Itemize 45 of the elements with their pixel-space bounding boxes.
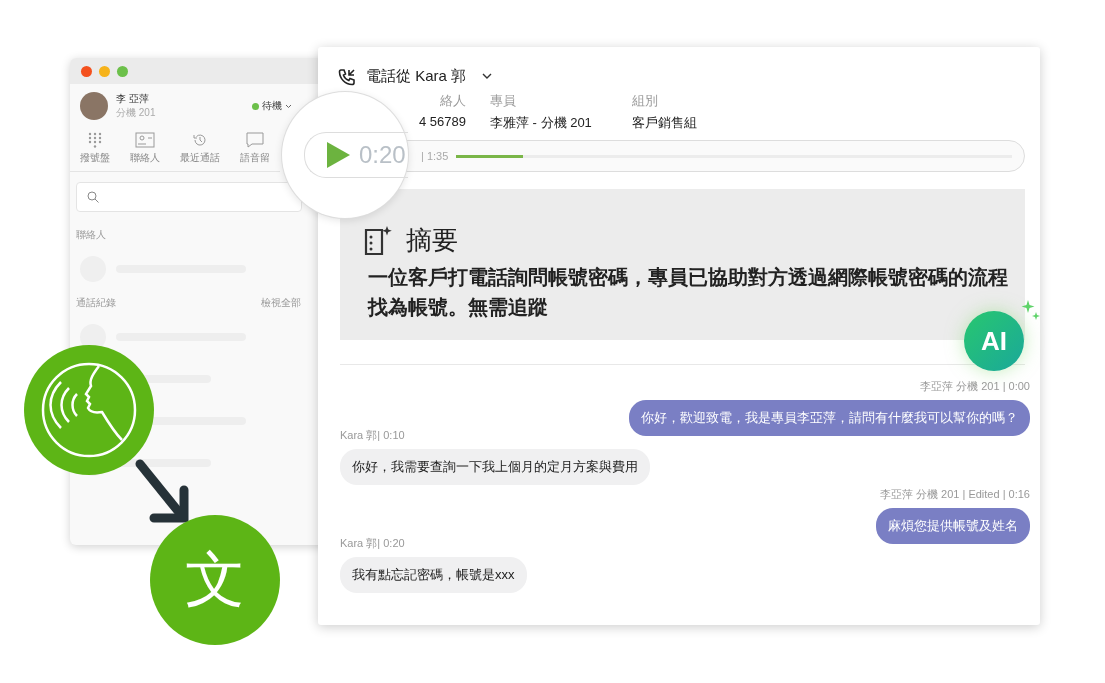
message-bubble: 你好，歡迎致電，我是專員李亞萍，請問有什麼我可以幫你的嗎？ bbox=[629, 400, 1030, 436]
message-bubble: 麻煩您提供帳號及姓名 bbox=[876, 508, 1030, 544]
field-label: 組別 bbox=[632, 92, 659, 110]
call-title[interactable]: 電話從 Kara 郭 bbox=[366, 67, 467, 86]
field-value: 4 56789 bbox=[419, 114, 466, 129]
message-icon bbox=[246, 132, 264, 148]
field-label: 專員 bbox=[490, 92, 517, 110]
minimize-button[interactable] bbox=[99, 65, 110, 77]
message-meta: 李亞萍 分機 201 | 0:00 bbox=[920, 379, 1030, 394]
play-icon[interactable] bbox=[325, 141, 351, 169]
chevron-icon[interactable] bbox=[482, 73, 493, 80]
summary-title: 摘要 bbox=[406, 224, 458, 257]
nav-tab[interactable]: 聯絡人 bbox=[130, 132, 160, 165]
view-all-link[interactable]: 檢視全部 bbox=[261, 296, 301, 310]
field-value: 李雅萍 - 分機 201 bbox=[490, 114, 593, 132]
text-glyph: 文 bbox=[185, 544, 245, 615]
section-label: 通話紀錄 bbox=[76, 296, 116, 310]
close-button[interactable] bbox=[81, 65, 92, 77]
speaking-head-icon bbox=[39, 360, 139, 460]
message-bubble: 你好，我需要查詢一下我上個月的定月方案與費用 bbox=[340, 449, 650, 485]
history-icon bbox=[192, 132, 208, 148]
message-meta: 李亞萍 分機 201 | Edited | 0:16 bbox=[880, 487, 1030, 502]
field-value: 客戶銷售組 bbox=[632, 114, 698, 132]
field-label: 絡人 bbox=[440, 92, 466, 110]
document-sparkle-icon bbox=[362, 224, 394, 257]
message-meta: Kara 郭| 0:20 bbox=[340, 536, 405, 551]
nav-tab[interactable]: 撥號盤 bbox=[80, 132, 110, 165]
user-name[interactable]: 李 亞萍 bbox=[116, 92, 156, 106]
message-meta: Kara 郭| 0:10 bbox=[340, 428, 405, 443]
chevron-icon bbox=[285, 103, 292, 109]
user-extension: 分機 201 bbox=[116, 106, 156, 120]
avatar bbox=[80, 92, 108, 120]
search-field[interactable] bbox=[76, 182, 302, 212]
incoming-call-icon bbox=[338, 67, 356, 86]
section-label: 聯絡人 bbox=[76, 228, 106, 242]
search-icon bbox=[87, 191, 99, 203]
current-time: 0:20 bbox=[359, 141, 406, 169]
nav-tab[interactable]: 語音留 bbox=[240, 132, 270, 165]
status-dropdown[interactable]: 待機 bbox=[252, 99, 292, 113]
message-bubble: 我有點忘記密碼，帳號是xxx bbox=[340, 557, 527, 593]
dialpad-icon bbox=[87, 132, 103, 148]
contact-card-icon bbox=[135, 132, 155, 148]
maximize-button[interactable] bbox=[117, 65, 128, 77]
nav-tab[interactable]: 最近通話 bbox=[180, 132, 220, 165]
total-time: | 1:35 bbox=[421, 150, 449, 162]
